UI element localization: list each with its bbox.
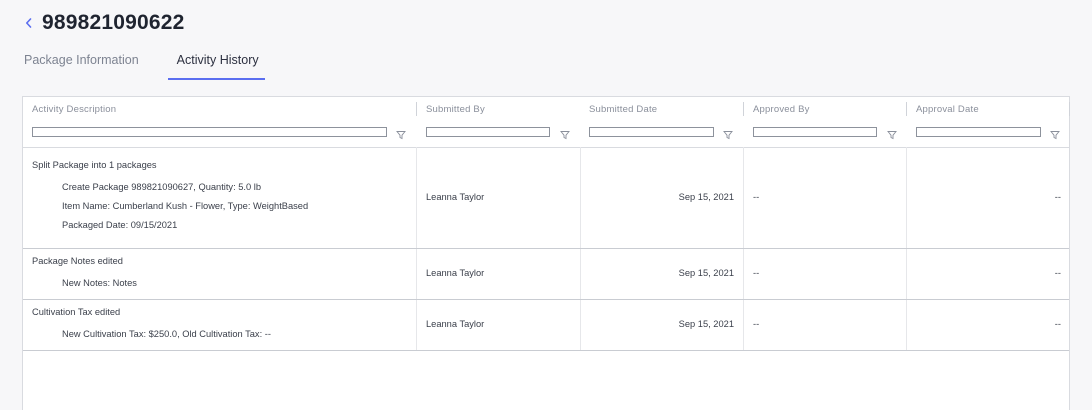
column-header-approved-by: Approved By bbox=[744, 97, 907, 147]
approved-by-value: -- bbox=[753, 319, 760, 329]
activity-description-cell: Cultivation Tax edited New Cultivation T… bbox=[23, 300, 416, 350]
column-label: Activity Description bbox=[32, 104, 117, 115]
activity-title: Package Notes edited bbox=[32, 256, 123, 266]
activity-detail: Item Name: Cumberland Kush - Flower, Typ… bbox=[62, 201, 309, 211]
submitted-by-cell: Leanna Taylor bbox=[417, 300, 580, 350]
column-label: Submitted Date bbox=[589, 104, 658, 115]
table-row[interactable]: Cultivation Tax edited New Cultivation T… bbox=[23, 300, 1069, 351]
column-header-approval-date: Approval Date bbox=[907, 97, 1070, 147]
filter-icon[interactable] bbox=[723, 127, 733, 140]
approved-by-cell: -- bbox=[744, 300, 906, 350]
table-row[interactable]: Package Notes edited New Notes: Notes Le… bbox=[23, 249, 1069, 300]
chevron-left-icon bbox=[25, 18, 32, 28]
activity-detail: Create Package 989821090627, Quantity: 5… bbox=[62, 182, 261, 192]
submitted-date-cell: Sep 15, 2021 bbox=[581, 249, 743, 299]
submitted-date-value: Sep 15, 2021 bbox=[678, 319, 734, 329]
column-label: Approval Date bbox=[916, 104, 979, 115]
activity-title: Cultivation Tax edited bbox=[32, 307, 121, 317]
column-label: Approved By bbox=[753, 104, 810, 115]
activity-description-cell: Package Notes edited New Notes: Notes bbox=[23, 249, 416, 299]
approved-by-value: -- bbox=[753, 192, 760, 202]
submitted-by-cell: Leanna Taylor bbox=[417, 249, 580, 299]
filter-icon[interactable] bbox=[560, 127, 570, 140]
approval-date-cell: -- bbox=[907, 300, 1070, 350]
submitted-date-cell: Sep 15, 2021 bbox=[581, 300, 743, 350]
activity-detail: New Notes: Notes bbox=[62, 278, 137, 288]
approval-date-value: -- bbox=[1054, 192, 1061, 202]
activity-description-cell: Split Package into 1 packages Create Pac… bbox=[23, 147, 416, 248]
submitted-by-value: Leanna Taylor bbox=[426, 268, 485, 278]
submitted-by-filter-input[interactable] bbox=[426, 127, 550, 137]
activity-detail: New Cultivation Tax: $250.0, Old Cultiva… bbox=[62, 329, 271, 339]
activity-history-table: Activity Description Submitted By Submit… bbox=[22, 96, 1070, 410]
filter-icon[interactable] bbox=[887, 127, 897, 140]
tab-activity-history[interactable]: Activity History bbox=[167, 44, 265, 80]
approved-by-cell: -- bbox=[744, 249, 906, 299]
column-label: Submitted By bbox=[426, 104, 485, 115]
submitted-date-filter-input[interactable] bbox=[589, 127, 714, 137]
approved-by-filter-input[interactable] bbox=[753, 127, 877, 137]
table-header: Activity Description Submitted By Submit… bbox=[23, 97, 1070, 148]
submitted-by-cell: Leanna Taylor bbox=[417, 147, 580, 248]
approval-date-value: -- bbox=[1054, 268, 1061, 278]
approval-date-cell: -- bbox=[907, 249, 1070, 299]
approval-date-filter-input[interactable] bbox=[916, 127, 1041, 137]
approved-by-value: -- bbox=[753, 268, 760, 278]
filter-icon[interactable] bbox=[396, 127, 406, 140]
submitted-date-cell: Sep 15, 2021 bbox=[581, 147, 743, 248]
column-divider bbox=[1069, 102, 1070, 116]
tab-package-information[interactable]: Package Information bbox=[22, 44, 141, 78]
approval-date-cell: -- bbox=[907, 147, 1070, 248]
column-header-activity-description: Activity Description bbox=[23, 97, 416, 147]
activity-detail: Packaged Date: 09/15/2021 bbox=[62, 220, 178, 230]
submitted-by-value: Leanna Taylor bbox=[426, 319, 485, 329]
back-button[interactable] bbox=[22, 13, 34, 33]
activity-title: Split Package into 1 packages bbox=[32, 160, 157, 170]
column-header-submitted-date: Submitted Date bbox=[580, 97, 743, 147]
page-title: 989821090622 bbox=[42, 11, 185, 34]
approval-date-value: -- bbox=[1054, 319, 1061, 329]
page: 989821090622 Package Information Activit… bbox=[0, 0, 1092, 410]
activity-description-filter-input[interactable] bbox=[32, 127, 387, 137]
page-header: 989821090622 bbox=[22, 8, 185, 38]
table-row[interactable]: Split Package into 1 packages Create Pac… bbox=[23, 147, 1069, 249]
submitted-date-value: Sep 15, 2021 bbox=[678, 268, 734, 278]
approved-by-cell: -- bbox=[744, 147, 906, 248]
filter-icon[interactable] bbox=[1050, 127, 1060, 140]
submitted-date-value: Sep 15, 2021 bbox=[678, 192, 734, 202]
submitted-by-value: Leanna Taylor bbox=[426, 192, 485, 202]
tab-bar: Package Information Activity History bbox=[22, 44, 290, 80]
column-header-submitted-by: Submitted By bbox=[417, 97, 580, 147]
